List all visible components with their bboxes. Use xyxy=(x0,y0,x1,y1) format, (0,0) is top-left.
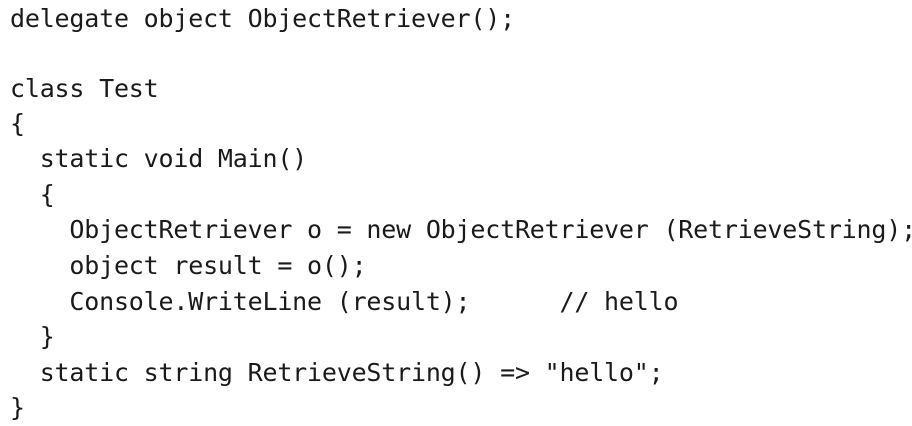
code-line-7: ObjectRetriever o = new ObjectRetriever … xyxy=(10,215,912,244)
code-line-1: delegate object ObjectRetriever(); xyxy=(10,4,515,33)
code-line-6: { xyxy=(10,180,55,209)
code-line-3: class Test xyxy=(10,74,159,103)
code-line-5: static void Main() xyxy=(10,144,308,173)
code-line-8: object result = o(); xyxy=(10,251,367,280)
code-line-11: static string RetrieveString() => "hello… xyxy=(10,358,664,387)
code-line-9: Console.WriteLine (result); // hello xyxy=(10,287,679,316)
code-listing: delegate object ObjectRetriever(); class… xyxy=(10,0,912,422)
code-line-4: { xyxy=(10,109,25,138)
code-line-10: } xyxy=(10,322,55,351)
code-line-12: } xyxy=(10,393,25,422)
